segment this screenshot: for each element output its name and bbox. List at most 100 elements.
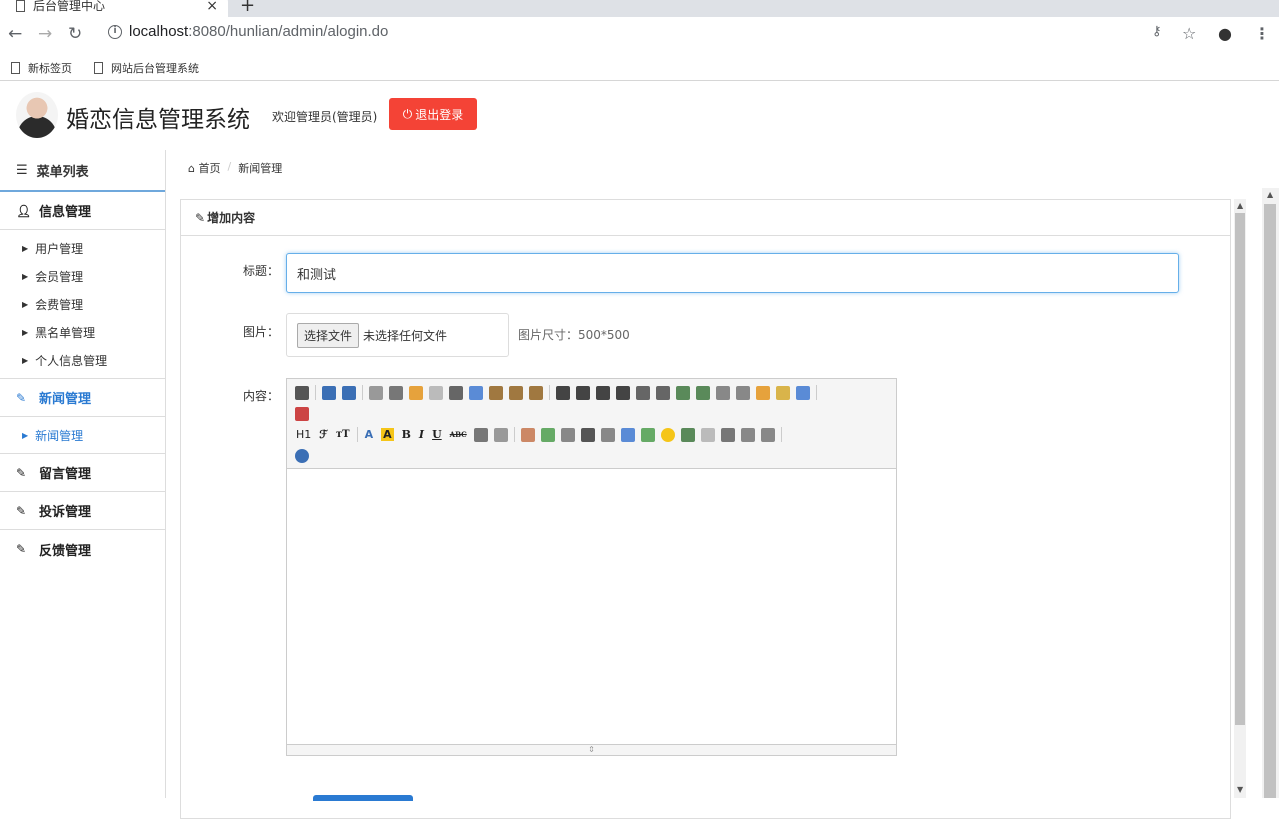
indent-icon[interactable] — [676, 385, 690, 400]
horizontal-rule-icon[interactable] — [640, 427, 655, 442]
background-color-button[interactable]: A — [381, 428, 394, 441]
edit-icon: ✎ — [195, 210, 206, 225]
sidebar-item-blacklist[interactable]: ▶ 黑名单管理 — [0, 318, 165, 346]
page-break-icon[interactable] — [700, 427, 715, 442]
sidebar-section-info[interactable]: 👤︎ 信息管理 — [0, 192, 165, 230]
sidebar-item-news[interactable]: ▶ 新闻管理 — [0, 421, 165, 449]
insert-column-icon[interactable] — [540, 427, 555, 442]
paste-word-icon[interactable] — [529, 385, 543, 400]
sidebar-section-news[interactable]: ✎ 新闻管理 — [0, 379, 165, 417]
star-icon[interactable]: ☆ — [1182, 24, 1196, 43]
paste-icon[interactable] — [489, 385, 503, 400]
title-input[interactable] — [286, 253, 1179, 293]
logout-button[interactable]: ⏻ 退出登录 — [389, 98, 477, 130]
menu-icon[interactable]: ⋮ — [1254, 24, 1270, 43]
help-icon[interactable] — [295, 448, 309, 463]
news-submenu: ▶ 新闻管理 — [0, 417, 165, 454]
key-icon[interactable]: ⚷ — [1152, 24, 1162, 39]
sidebar-item-members[interactable]: ▶ 会员管理 — [0, 262, 165, 290]
image-icon[interactable] — [680, 427, 695, 442]
page-scrollbar[interactable]: ▲ — [1262, 188, 1279, 798]
bookmark-new-tab[interactable]: 新标签页 — [11, 60, 72, 76]
editor-toolbar-row-3: H1 ℱ тT A A B I U ABC — [292, 424, 891, 445]
align-right-icon[interactable] — [596, 385, 610, 400]
print-icon[interactable] — [389, 385, 403, 400]
table-grid-icon[interactable] — [473, 427, 488, 442]
tab-title: 后台管理中心 — [33, 0, 106, 13]
superscript-icon[interactable] — [736, 385, 750, 400]
align-left-icon[interactable] — [556, 385, 570, 400]
address-bar[interactable]: i localhost:8080/hunlian/admin/alogin.do — [98, 22, 1253, 48]
submit-button[interactable] — [313, 795, 413, 801]
forward-icon[interactable]: → — [38, 24, 52, 44]
insert-row-icon[interactable] — [520, 427, 535, 442]
content-scrollbar[interactable]: ▲ ▼ — [1234, 199, 1246, 798]
preview-icon[interactable] — [369, 385, 383, 400]
bookmark-admin-system[interactable]: 网站后台管理系统 — [94, 60, 199, 76]
profile-icon[interactable]: ● — [1218, 24, 1232, 43]
underline-button[interactable]: U — [432, 428, 442, 441]
undo-icon[interactable] — [322, 385, 336, 400]
close-icon[interactable]: × — [206, 0, 218, 14]
browser-tab[interactable]: 后台管理中心 × — [0, 0, 228, 17]
sidebar-item-profile[interactable]: ▶ 个人信息管理 — [0, 346, 165, 374]
flash-icon[interactable] — [560, 427, 575, 442]
editor-content-area[interactable] — [287, 469, 896, 744]
subscript-icon[interactable] — [716, 385, 730, 400]
back-icon[interactable]: ← — [8, 24, 22, 44]
sidebar-item-users[interactable]: ▶ 用户管理 — [0, 234, 165, 262]
template-icon[interactable] — [409, 385, 423, 400]
unlink-icon[interactable] — [760, 427, 775, 442]
italic-button[interactable]: I — [419, 428, 424, 441]
scroll-thumb[interactable] — [1264, 204, 1276, 798]
breadcrumb-home[interactable]: ⌂ 首页 — [188, 160, 220, 176]
sidebar-section-complaints[interactable]: ✎ 投诉管理 — [0, 492, 165, 530]
link-icon[interactable] — [740, 427, 755, 442]
system-title: 婚恋信息管理系统 — [66, 107, 250, 133]
cut-icon[interactable] — [449, 385, 463, 400]
user-icon: 👤︎ — [16, 203, 32, 218]
code-icon[interactable] — [429, 385, 443, 400]
emoticon-icon[interactable] — [660, 427, 675, 442]
heading-dropdown[interactable]: H1 — [296, 428, 311, 441]
info-submenu: ▶ 用户管理 ▶ 会员管理 ▶ 会费管理 ▶ 黑名单管理 ▶ 个人信息管理 — [0, 230, 165, 379]
ordered-list-icon[interactable] — [636, 385, 650, 400]
fullscreen-icon[interactable] — [295, 406, 309, 421]
caret-right-icon: ▶ — [22, 355, 29, 365]
outdent-icon[interactable] — [696, 385, 710, 400]
align-justify-icon[interactable] — [616, 385, 630, 400]
edit-icon: ✎ — [16, 390, 27, 405]
new-tab-button[interactable]: + — [240, 0, 255, 16]
sidebar-section-feedback[interactable]: ✎ 反馈管理 — [0, 530, 165, 568]
paste-text-icon[interactable] — [509, 385, 523, 400]
eraser-icon[interactable] — [493, 427, 508, 442]
align-center-icon[interactable] — [576, 385, 590, 400]
table-icon[interactable] — [620, 427, 635, 442]
copy-icon[interactable] — [469, 385, 483, 400]
source-icon[interactable] — [295, 385, 309, 400]
attachment-icon[interactable] — [600, 427, 615, 442]
sidebar-item-fees[interactable]: ▶ 会费管理 — [0, 290, 165, 318]
select-all-icon[interactable] — [796, 385, 810, 400]
quick-format-icon[interactable] — [776, 385, 790, 400]
strikethrough-button[interactable]: ABC — [450, 430, 467, 439]
editor-resize-handle[interactable]: ⇕ — [287, 744, 896, 755]
clear-format-icon[interactable] — [756, 385, 770, 400]
unordered-list-icon[interactable] — [656, 385, 670, 400]
anchor-icon[interactable] — [720, 427, 735, 442]
font-size-dropdown[interactable]: тT — [336, 429, 350, 440]
bold-button[interactable]: B — [402, 428, 411, 441]
scroll-up-icon[interactable]: ▲ — [1237, 201, 1243, 210]
info-icon[interactable]: i — [108, 25, 122, 39]
scroll-thumb[interactable] — [1235, 213, 1245, 725]
redo-icon[interactable] — [342, 385, 356, 400]
font-family-dropdown[interactable]: ℱ — [319, 428, 328, 441]
video-icon[interactable] — [580, 427, 595, 442]
reload-icon[interactable]: ↻ — [68, 24, 82, 44]
choose-file-button[interactable]: 选择文件 — [297, 322, 360, 348]
sidebar-section-messages[interactable]: ✎ 留言管理 — [0, 454, 165, 492]
font-color-button[interactable]: A — [365, 428, 374, 441]
editor-toolbar: H1 ℱ тT A A B I U ABC — [287, 379, 896, 469]
scroll-down-icon[interactable]: ▼ — [1237, 785, 1243, 794]
scroll-up-icon[interactable]: ▲ — [1267, 190, 1273, 199]
